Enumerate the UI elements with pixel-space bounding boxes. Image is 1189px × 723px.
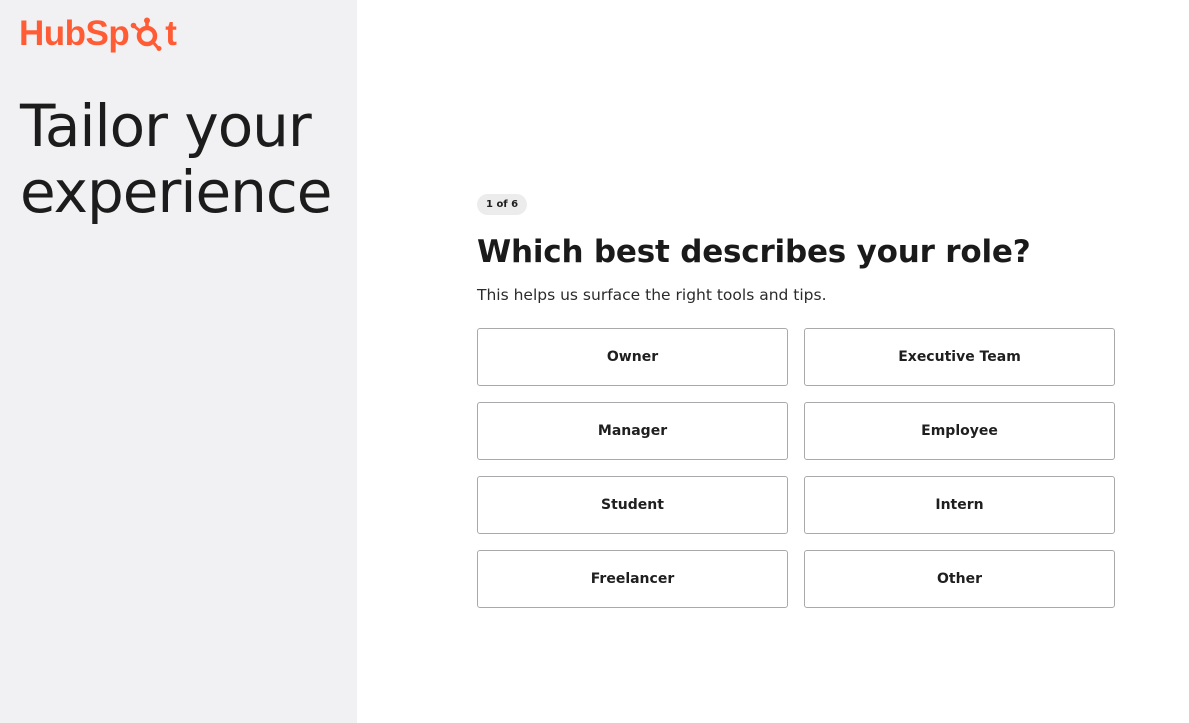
option-executive-team[interactable]: Executive Team [804, 328, 1115, 386]
question-helper-text: This helps us surface the right tools an… [477, 286, 827, 304]
step-badge: 1 of 6 [477, 194, 528, 215]
logo-text-start: HubSp [19, 13, 130, 53]
option-freelancer[interactable]: Freelancer [477, 550, 788, 608]
hubspot-logo[interactable]: HubSp t [19, 10, 177, 56]
option-employee[interactable]: Employee [804, 402, 1115, 460]
sprocket-icon [130, 17, 164, 51]
option-other[interactable]: Other [804, 550, 1115, 608]
question-title: Which best describes your role? [477, 234, 1031, 270]
hero-title: Tailor your experience [20, 92, 332, 226]
option-student[interactable]: Student [477, 476, 788, 534]
option-manager[interactable]: Manager [477, 402, 788, 460]
question-panel: 1 of 6 Which best describes your role? T… [477, 192, 1117, 608]
role-options: Owner Executive Team Manager Employee St… [477, 328, 1117, 608]
option-owner[interactable]: Owner [477, 328, 788, 386]
option-intern[interactable]: Intern [804, 476, 1115, 534]
left-panel: HubSp t Tailor your experience [0, 0, 357, 723]
logo-text-end: t [165, 13, 177, 53]
